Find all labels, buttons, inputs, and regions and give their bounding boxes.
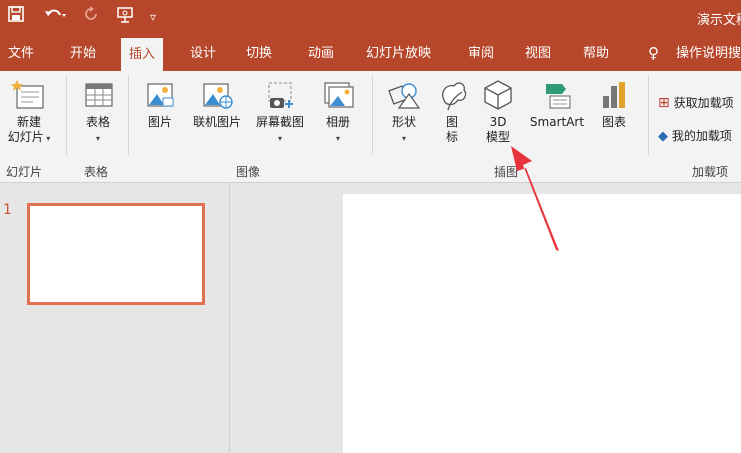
photo-album-label: 相册 xyxy=(325,115,350,129)
cube-icon xyxy=(480,78,516,112)
dropdown-arrow-icon: ▾ xyxy=(95,134,100,143)
bar-chart-icon xyxy=(594,78,634,112)
tab-insert[interactable]: 插入 xyxy=(121,38,164,71)
3d-models-label-1: 3D xyxy=(489,115,507,129)
chart-label: 图表 xyxy=(601,115,626,129)
icons-label-1: 图 xyxy=(445,115,458,129)
tab-animations[interactable]: 动画 xyxy=(308,36,334,71)
tab-slideshow[interactable]: 幻灯片放映 xyxy=(366,36,431,71)
online-picture-icon xyxy=(188,78,246,112)
picture-icon xyxy=(140,78,180,112)
customize-qat-icon[interactable]: ▿ xyxy=(150,6,156,28)
dropdown-arrow-icon: ▾ xyxy=(335,134,340,143)
screenshot-button[interactable]: 屏幕截图 ▾ xyxy=(250,78,310,146)
get-addins-button[interactable]: ⊞ 获取加载项 xyxy=(658,94,734,111)
dropdown-arrow-icon: ▾ xyxy=(277,134,282,143)
tab-view[interactable]: 视图 xyxy=(525,36,551,71)
group-label-slides: 幻灯片 xyxy=(6,165,43,179)
start-from-beginning-icon[interactable] xyxy=(116,6,136,30)
pictures-button[interactable]: 图片 xyxy=(140,78,180,130)
tab-help[interactable]: 帮助 xyxy=(583,36,609,71)
group-label-tables: 表格 xyxy=(84,165,109,179)
tell-me-search[interactable]: 操作说明搜索 xyxy=(676,36,741,71)
new-slide-label-2: 幻灯片 xyxy=(7,130,44,144)
tab-transitions[interactable]: 切换 xyxy=(246,36,272,71)
ribbon-tabs: 文件 开始 插入 设计 切换 动画 幻灯片放映 审阅 视图 帮助 ♀ 操作说明搜… xyxy=(0,36,741,71)
icons-label-2: 标 xyxy=(445,130,458,144)
pictures-label: 图片 xyxy=(147,115,172,129)
icons-icon xyxy=(436,78,468,112)
ribbon-group-labels xyxy=(0,155,741,183)
new-slide-label-1: 新建 xyxy=(16,115,41,129)
smartart-button[interactable]: SmartArt xyxy=(524,78,590,130)
online-pictures-button[interactable]: 联机图片 xyxy=(188,78,246,130)
store-icon: ⊞ xyxy=(658,95,670,111)
screenshot-icon xyxy=(250,78,310,112)
group-label-addins: 加载项 xyxy=(692,165,729,179)
icons-button[interactable]: 图 标 xyxy=(436,78,468,145)
title-bar: ▿ 演示文稿 xyxy=(0,0,741,36)
my-addins-button[interactable]: ◆ 我的加载项 xyxy=(658,127,732,144)
smartart-label: SmartArt xyxy=(529,115,585,129)
redo-icon[interactable] xyxy=(84,6,98,28)
3d-models-button[interactable]: 3D 模型 xyxy=(480,78,516,145)
table-icon xyxy=(76,78,120,112)
chart-button[interactable]: 图表 xyxy=(594,78,634,130)
document-title: 演示文稿 xyxy=(697,13,741,28)
dropdown-arrow-icon: ▾ xyxy=(401,134,406,143)
new-slide-button[interactable]: 新建 幻灯片 ▾ xyxy=(4,78,54,146)
get-addins-label: 获取加载项 xyxy=(673,96,734,110)
screenshot-label: 屏幕截图 xyxy=(255,115,304,129)
slide-number: 1 xyxy=(3,202,12,218)
new-slide-icon xyxy=(4,78,54,112)
my-addins-label: 我的加载项 xyxy=(671,129,732,143)
smartart-icon xyxy=(524,78,590,112)
shapes-label: 形状 xyxy=(391,115,416,129)
group-label-images: 图像 xyxy=(236,165,261,179)
online-pictures-label: 联机图片 xyxy=(192,115,241,129)
photo-album-icon xyxy=(318,78,358,112)
lightbulb-icon: ♀ xyxy=(648,44,659,62)
slide-thumbnail[interactable] xyxy=(27,203,205,305)
tab-home[interactable]: 开始 xyxy=(70,36,96,71)
tab-file[interactable]: 文件 xyxy=(8,36,34,71)
slide-canvas[interactable] xyxy=(343,194,741,453)
table-button[interactable]: 表格 ▾ xyxy=(76,78,120,146)
shapes-icon xyxy=(384,78,424,112)
tab-design[interactable]: 设计 xyxy=(190,36,216,71)
save-icon[interactable] xyxy=(8,6,24,28)
photo-album-button[interactable]: 相册 ▾ xyxy=(318,78,358,146)
table-label: 表格 xyxy=(85,115,110,129)
group-label-illustrations: 插图 xyxy=(494,165,519,179)
my-addins-icon: ◆ xyxy=(658,129,668,144)
shapes-button[interactable]: 形状 ▾ xyxy=(384,78,424,146)
3d-models-label-2: 模型 xyxy=(485,130,510,144)
undo-icon[interactable] xyxy=(44,6,68,30)
dropdown-arrow-icon: ▾ xyxy=(43,134,51,143)
tab-review[interactable]: 审阅 xyxy=(468,36,494,71)
